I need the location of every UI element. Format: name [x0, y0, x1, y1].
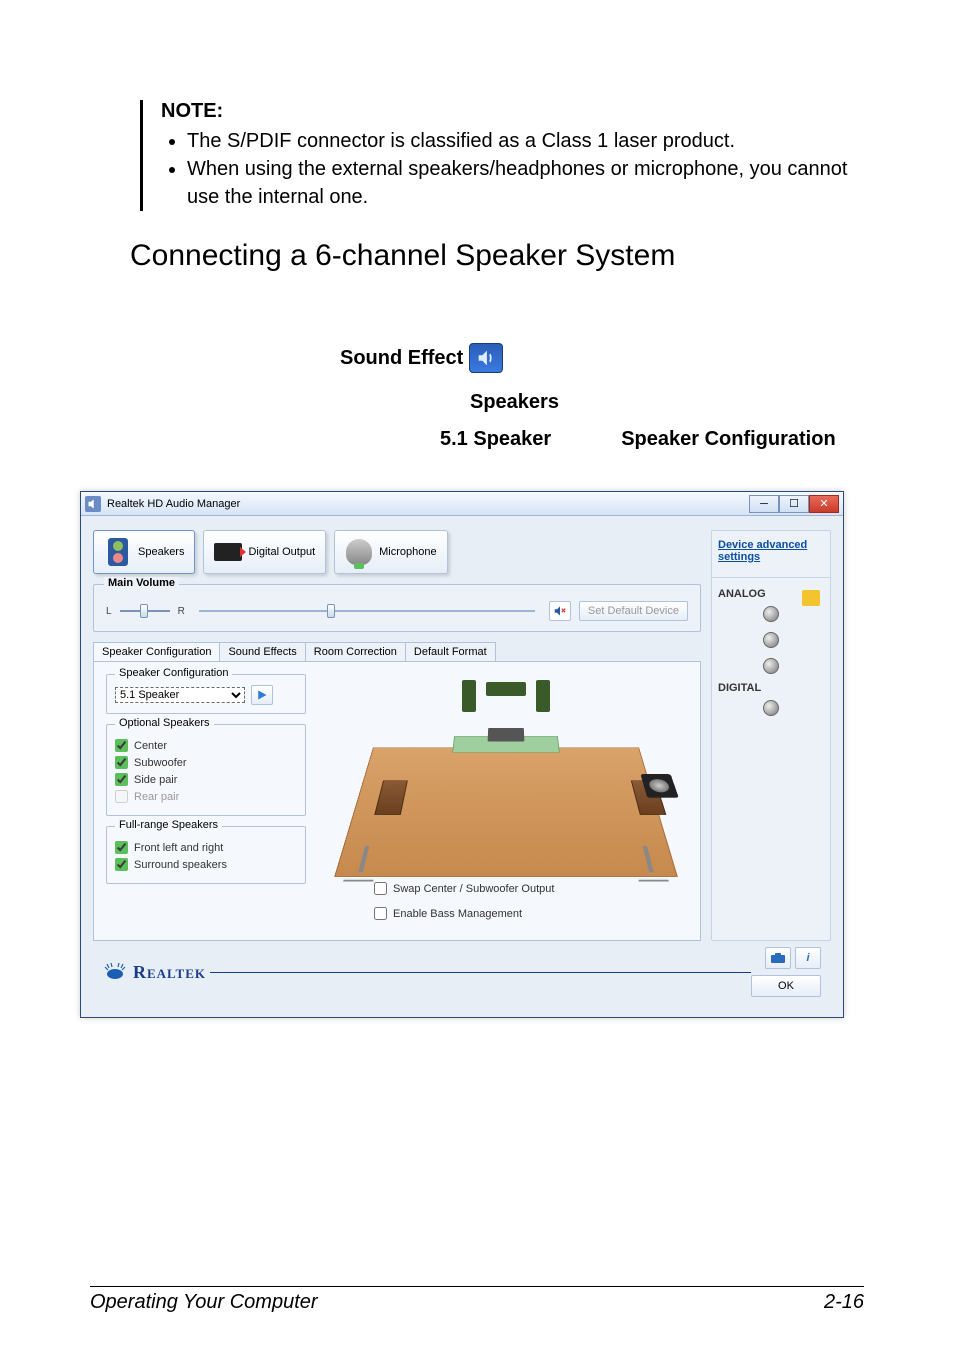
note-item-1: The S/PDIF connector is classified as a … [187, 127, 864, 155]
analog-jack-1[interactable] [763, 606, 779, 622]
tab-speakers-label: Speakers [138, 546, 184, 558]
analog-jack-2[interactable] [763, 632, 779, 648]
subtab-sound-effects[interactable]: Sound Effects [219, 642, 305, 661]
room-scene: Swap Center / Subwoofer Output Enable Ba… [324, 674, 688, 928]
checkbox-front-lr[interactable]: Front left and right [115, 841, 297, 854]
analog-jack-3[interactable] [763, 658, 779, 674]
balance-L: L [106, 606, 112, 617]
speaker-config-legend: Speaker Configuration [115, 667, 232, 679]
note-item-2: When using the external speakers/headpho… [187, 155, 864, 211]
balance-slider[interactable] [120, 604, 170, 618]
subwoofer-icon [640, 774, 678, 798]
room-floor [334, 748, 678, 877]
footer-right: 2-16 [824, 1291, 864, 1314]
checkbox-surround[interactable]: Surround speakers [115, 858, 297, 871]
digital-label: DIGITAL [718, 682, 824, 694]
microphone-icon [345, 538, 373, 566]
realtek-logo-icon [103, 962, 127, 982]
instr-51-speaker: 5.1 Speaker [440, 428, 551, 451]
device-advanced-settings-link[interactable]: Device advanced settings [718, 539, 824, 563]
device-tabs: Speakers Digital Output Microphone [93, 530, 701, 574]
window-title: Realtek HD Audio Manager [107, 498, 240, 510]
side-left-speaker-icon [374, 780, 408, 814]
mute-button[interactable] [549, 601, 571, 621]
sound-effect-icon [469, 343, 503, 373]
ok-button[interactable]: OK [751, 975, 821, 997]
stand-left-icon [341, 846, 384, 881]
tab-digital-output-label: Digital Output [248, 546, 315, 558]
audio-manager-window: Realtek HD Audio Manager ─ ☐ ✕ Speakers … [80, 491, 844, 1018]
fullrange-fieldset: Full-range Speakers Front left and right… [106, 826, 306, 884]
digital-jack-1[interactable] [763, 700, 779, 716]
checkbox-bass-management[interactable]: Enable Bass Management [374, 907, 554, 920]
info-button[interactable]: i [795, 947, 821, 969]
subtab-content: Speaker Configuration 5.1 Speaker [93, 661, 701, 941]
note-title: NOTE: [161, 100, 864, 123]
section-heading: Connecting a 6-channel Speaker System [130, 239, 864, 273]
speaker-config-fieldset: Speaker Configuration 5.1 Speaker [106, 674, 306, 714]
note-list: The S/PDIF connector is classified as a … [161, 127, 864, 211]
set-default-device-button[interactable]: Set Default Device [579, 601, 688, 621]
connector-indicator-icon [802, 590, 820, 606]
subtab-default-format[interactable]: Default Format [405, 642, 496, 661]
checkbox-subwoofer[interactable]: Subwoofer [115, 756, 297, 769]
subtab-speaker-config[interactable]: Speaker Configuration [93, 642, 220, 661]
tab-speakers[interactable]: Speakers [93, 530, 195, 574]
window-footer: Realtek i OK [93, 941, 831, 1007]
center-speaker-icon [486, 682, 526, 696]
toolbox-button[interactable] [765, 947, 791, 969]
stand-right-icon [629, 846, 672, 881]
right-panel: Device advanced settings ANALOG DIGITAL [711, 530, 831, 941]
footer-left: Operating Your Computer [90, 1291, 318, 1314]
subtab-room-correction[interactable]: Room Correction [305, 642, 406, 661]
checkbox-rear-pair: Rear pair [115, 790, 297, 803]
maximize-button[interactable]: ☐ [779, 495, 809, 513]
front-right-speaker-icon [536, 680, 550, 712]
main-volume-title: Main Volume [104, 577, 179, 589]
instructions: Sound Effect Speakers 5.1 Speaker Speake… [340, 343, 864, 451]
titlebar[interactable]: Realtek HD Audio Manager ─ ☐ ✕ [81, 492, 843, 516]
fullrange-legend: Full-range Speakers [115, 819, 222, 831]
subtabs: Speaker Configuration Sound Effects Room… [93, 642, 701, 661]
tab-microphone-label: Microphone [379, 546, 436, 558]
audio-jack-icon [104, 538, 132, 566]
front-left-speaker-icon [462, 680, 476, 712]
instr-speaker-config: Speaker Configuration [621, 428, 835, 451]
checkbox-swap-center-sub[interactable]: Swap Center / Subwoofer Output [374, 882, 554, 895]
optional-speakers-fieldset: Optional Speakers Center Subwoofer Side … [106, 724, 306, 816]
tab-digital-output[interactable]: Digital Output [203, 530, 326, 574]
checkbox-side-pair[interactable]: Side pair [115, 773, 297, 786]
app-icon [85, 496, 101, 512]
speaker-config-select[interactable]: 5.1 Speaker [115, 687, 245, 703]
checkbox-center[interactable]: Center [115, 739, 297, 752]
instr-speakers: Speakers [470, 391, 864, 414]
volume-slider[interactable] [199, 604, 535, 618]
close-button[interactable]: ✕ [809, 495, 839, 513]
main-volume-group: Main Volume L R Set Default Device [93, 584, 701, 632]
balance-R: R [178, 606, 185, 617]
note-block: NOTE: The S/PDIF connector is classified… [140, 100, 864, 211]
minimize-button[interactable]: ─ [749, 495, 779, 513]
page-footer: Operating Your Computer 2-16 [90, 1286, 864, 1314]
optional-speakers-legend: Optional Speakers [115, 717, 214, 729]
test-play-button[interactable] [251, 685, 273, 705]
monitor-icon [488, 728, 525, 742]
tab-microphone[interactable]: Microphone [334, 530, 447, 574]
realtek-brand-text: Realtek [133, 962, 206, 983]
instr-sound-effect: Sound Effect [340, 347, 463, 370]
digital-output-icon [214, 538, 242, 566]
